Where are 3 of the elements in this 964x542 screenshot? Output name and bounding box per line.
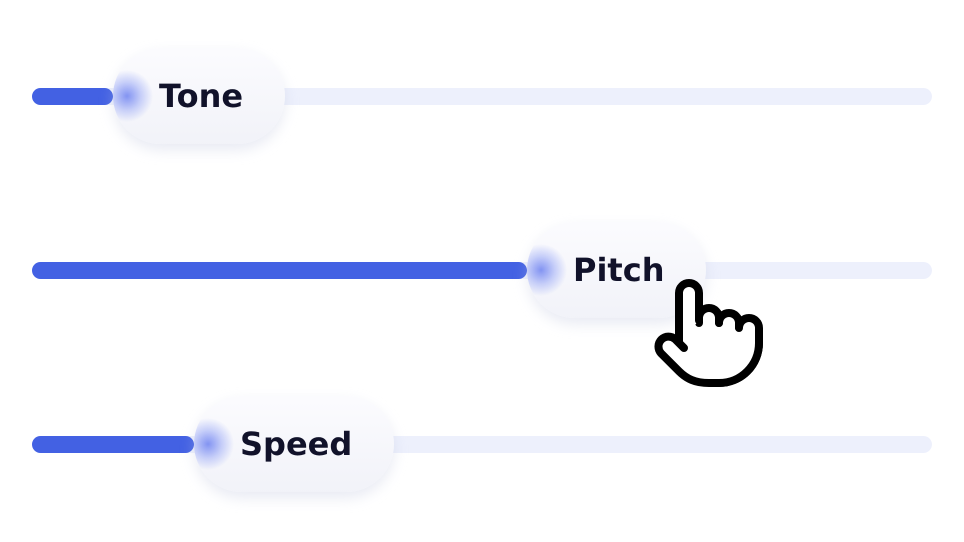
slider-thumb[interactable]: Pitch [527, 222, 706, 318]
slider-thumb[interactable]: Tone [113, 48, 286, 144]
slider-thumb[interactable]: Speed [194, 396, 394, 492]
